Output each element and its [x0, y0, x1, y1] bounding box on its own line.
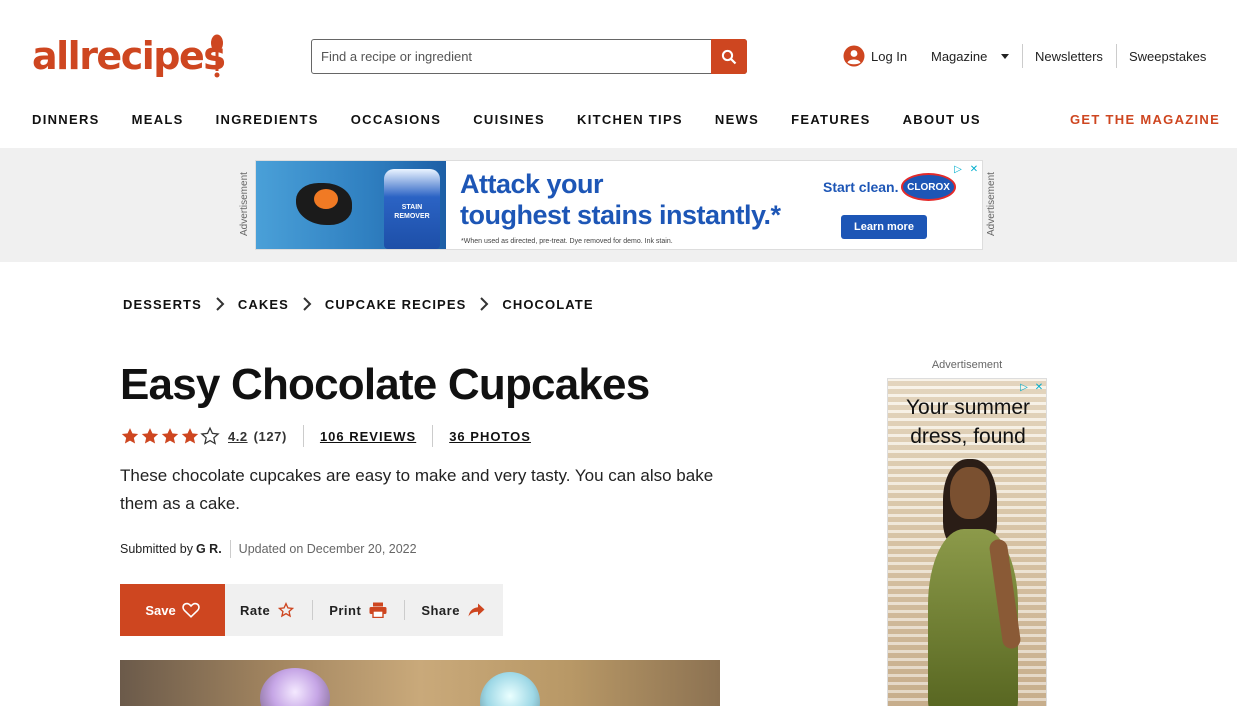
- recipe-title: Easy Chocolate Cupcakes: [120, 360, 650, 409]
- side-ad-headline: Your summer dress, found: [905, 396, 1031, 448]
- ad-model-face: [950, 467, 990, 519]
- get-the-magazine-link[interactable]: GET THE MAGAZINE: [1070, 110, 1220, 130]
- divider: [312, 600, 314, 620]
- nav-meals[interactable]: MEALS: [132, 110, 184, 130]
- divider: [404, 600, 406, 620]
- logo-text: allrecipes: [32, 34, 226, 78]
- nav-features[interactable]: FEATURES: [791, 110, 871, 130]
- magazine-label: Magazine: [931, 48, 988, 64]
- save-label: Save: [145, 602, 176, 618]
- save-button[interactable]: Save: [120, 584, 225, 636]
- breadcrumb: DESSERTS CAKES CUPCAKE RECIPES CHOCOLATE: [123, 295, 594, 313]
- ad-close-icon[interactable]: ✕: [1033, 381, 1045, 393]
- star-outline-icon: [278, 602, 295, 618]
- share-label: Share: [421, 602, 460, 618]
- star-empty-icon: [200, 426, 220, 445]
- ad-bottle-label: STAIN REMOVER: [394, 204, 430, 220]
- star-rating[interactable]: [120, 426, 220, 446]
- search-icon: [721, 49, 737, 64]
- breadcrumb-cupcake-recipes[interactable]: CUPCAKE RECIPES: [325, 297, 466, 312]
- ad-label-left: Advertisement: [239, 172, 250, 236]
- divider: [432, 425, 434, 447]
- main-nav: DINNERS MEALS INGREDIENTS OCCASIONS CUIS…: [32, 110, 1013, 130]
- divider: [1022, 44, 1023, 68]
- ad-close-icon[interactable]: ✕: [968, 163, 980, 175]
- search-bar: [311, 39, 747, 74]
- heart-icon: [181, 602, 200, 618]
- ad-label-right: Advertisement: [986, 172, 997, 236]
- ad-headline-line2: toughest stains instantly.*: [460, 200, 781, 230]
- star-filled-icon: [121, 428, 139, 444]
- breadcrumb-desserts[interactable]: DESSERTS: [123, 297, 202, 312]
- divider: [1116, 44, 1117, 68]
- rating-row: 4.2 (127) 106 REVIEWS 36 PHOTOS: [120, 425, 531, 447]
- recipe-description: These chocolate cupcakes are easy to mak…: [120, 466, 714, 513]
- nav-kitchen-tips[interactable]: KITCHEN TIPS: [577, 110, 683, 130]
- share-button[interactable]: Share: [421, 603, 485, 618]
- updated-date: Updated on December 20, 2022: [238, 542, 417, 556]
- side-banner-ad[interactable]: Your summer dress, found ▷ ✕: [887, 378, 1047, 706]
- ad-headline-line1: Attack your: [460, 169, 604, 199]
- ad-headline: Attack your toughest stains instantly.*: [460, 169, 781, 231]
- chevron-right-icon: [466, 297, 502, 311]
- ad-stain-graphic: [314, 189, 338, 209]
- print-label: Print: [329, 602, 362, 618]
- print-button[interactable]: Print: [329, 602, 387, 618]
- recipe-hero-image[interactable]: [120, 660, 720, 706]
- nav-occasions[interactable]: OCCASIONS: [351, 110, 441, 130]
- photos-link[interactable]: 36 PHOTOS: [449, 429, 531, 444]
- nav-cuisines[interactable]: CUISINES: [473, 110, 545, 130]
- ad-tagline: Start clean.: [823, 179, 899, 195]
- star-filled-icon: [141, 428, 159, 444]
- allrecipes-logo[interactable]: allrecipes: [32, 30, 232, 82]
- side-ad-label: Advertisement: [931, 359, 1003, 371]
- magazine-dropdown[interactable]: Magazine: [931, 43, 1010, 69]
- printer-icon: [369, 602, 387, 618]
- cupcake-graphic: [480, 672, 540, 706]
- submitted-by-label: Submitted by: [120, 542, 193, 556]
- site-header: allrecipes Log In Magazine Newsletters S…: [0, 0, 1237, 148]
- spoon-icon: [211, 34, 223, 78]
- nav-about-us[interactable]: ABOUT US: [903, 110, 981, 130]
- search-button[interactable]: [711, 39, 747, 74]
- nav-dinners[interactable]: DINNERS: [32, 110, 100, 130]
- ad-fine-print: *When used as directed, pre-treat. Dye r…: [461, 238, 673, 245]
- adchoices-icon[interactable]: ▷: [952, 163, 964, 175]
- nav-news[interactable]: NEWS: [715, 110, 759, 130]
- breadcrumb-cakes[interactable]: CAKES: [238, 297, 289, 312]
- clorox-banner-ad[interactable]: STAIN REMOVER Attack your toughest stain…: [255, 160, 983, 250]
- sweepstakes-link[interactable]: Sweepstakes: [1129, 43, 1206, 69]
- recipe-action-bar: Save Rate Print Share: [120, 584, 503, 636]
- newsletters-link[interactable]: Newsletters: [1035, 43, 1103, 69]
- star-filled-icon: [161, 428, 179, 444]
- divider: [229, 540, 231, 558]
- byline: Submitted by G R. Updated on December 20…: [120, 539, 417, 559]
- clorox-logo: CLOROX: [901, 173, 956, 201]
- rate-label: Rate: [240, 602, 271, 618]
- adchoices-icon[interactable]: ▷: [1018, 381, 1030, 393]
- author-link[interactable]: G R.: [196, 542, 222, 556]
- cupcake-graphic: [260, 668, 330, 706]
- chevron-right-icon: [202, 297, 238, 311]
- reviews-link[interactable]: 106 REVIEWS: [320, 429, 416, 444]
- ad-learn-more-button[interactable]: Learn more: [841, 215, 927, 239]
- share-arrow-icon: [468, 603, 485, 617]
- rating-value[interactable]: 4.2: [228, 429, 248, 444]
- rating-count: (127): [253, 428, 287, 444]
- nav-ingredients[interactable]: INGREDIENTS: [216, 110, 319, 130]
- divider: [302, 425, 304, 447]
- star-filled-icon: [181, 428, 199, 444]
- login-label: Log In: [871, 48, 908, 64]
- login-link[interactable]: Log In: [843, 43, 907, 69]
- account-icon: [843, 45, 865, 67]
- breadcrumb-chocolate[interactable]: CHOCOLATE: [502, 297, 593, 312]
- rate-button[interactable]: Rate: [240, 602, 295, 618]
- chevron-right-icon: [289, 297, 325, 311]
- caret-down-icon: [1001, 53, 1010, 59]
- search-input[interactable]: [312, 40, 711, 73]
